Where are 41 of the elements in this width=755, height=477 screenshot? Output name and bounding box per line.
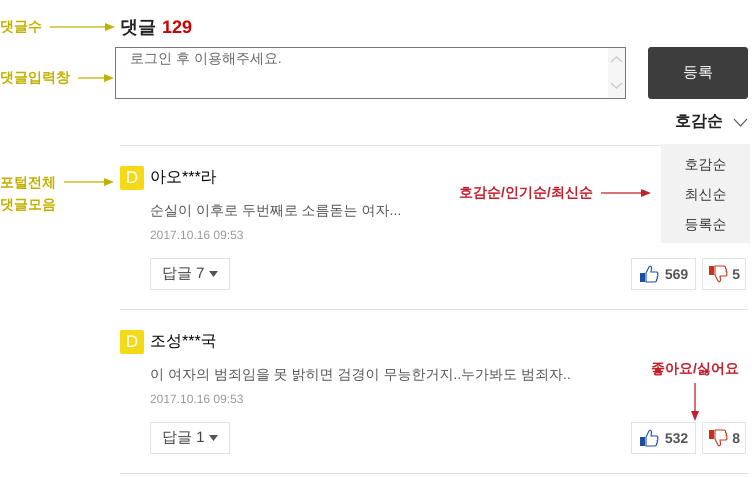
dropdown-triangle-icon [208,271,218,277]
comment-text: 순실이 이후로 두번째로 소름돋는 여자... [150,201,402,220]
submit-button[interactable]: 등록 [648,47,748,99]
comment-count: 129 [162,16,192,39]
annotation-arrow [600,188,651,198]
thumbs-up-icon [638,429,659,447]
annotation-arrow [690,383,700,421]
annotation-label: 댓글수 [0,17,42,36]
sort-option[interactable]: 최신순 [684,184,726,204]
replies-button[interactable]: 답글 7 [150,258,230,290]
scroll-arrows-icon [608,48,625,98]
thumbs-down-icon [708,429,728,447]
comment-date: 2017.10.16 09:53 [150,227,244,244]
comment-author: 조성***국 [150,332,217,352]
annotation-label: 댓글입력창 [0,68,70,87]
comment-input-field[interactable]: 로그인 후 이용해주세요. [115,47,626,99]
annotation-arrow [78,72,114,82]
comment-author: 아오***라 [150,168,217,188]
annotation-arrow [64,177,114,187]
dropdown-triangle-icon [208,435,218,441]
avatar: D [120,166,144,190]
sort-dropdown[interactable]: 호감순 [675,110,748,134]
comments-heading: 댓글 [120,16,156,39]
comment-text: 이 여자의 범죄임을 못 밝히면 검경이 무능한거지..누가봐도 범죄자.. [150,365,571,384]
like-button[interactable]: 532 [630,422,696,454]
comment-date: 2017.10.16 09:53 [150,391,244,408]
annotation-label: 좋아요/싫어요 [651,359,739,378]
thumbs-up-icon [638,265,659,283]
dislike-button[interactable]: 5 [702,258,746,290]
annotation-label: 호감순/인기순/최신순 [459,183,593,202]
annotation-label: 포털전체 [0,173,56,192]
replies-button[interactable]: 답글 1 [150,422,230,454]
annotation-label: 댓글모음 [0,195,56,214]
annotation-arrow [50,22,115,32]
thumbs-down-icon [708,265,728,283]
chevron-down-icon [733,118,748,126]
sort-option[interactable]: 등록순 [684,214,726,234]
dislike-button[interactable]: 8 [702,422,746,454]
like-button[interactable]: 569 [630,258,696,290]
sort-option[interactable]: 호감순 [684,154,726,174]
avatar: D [120,330,144,354]
